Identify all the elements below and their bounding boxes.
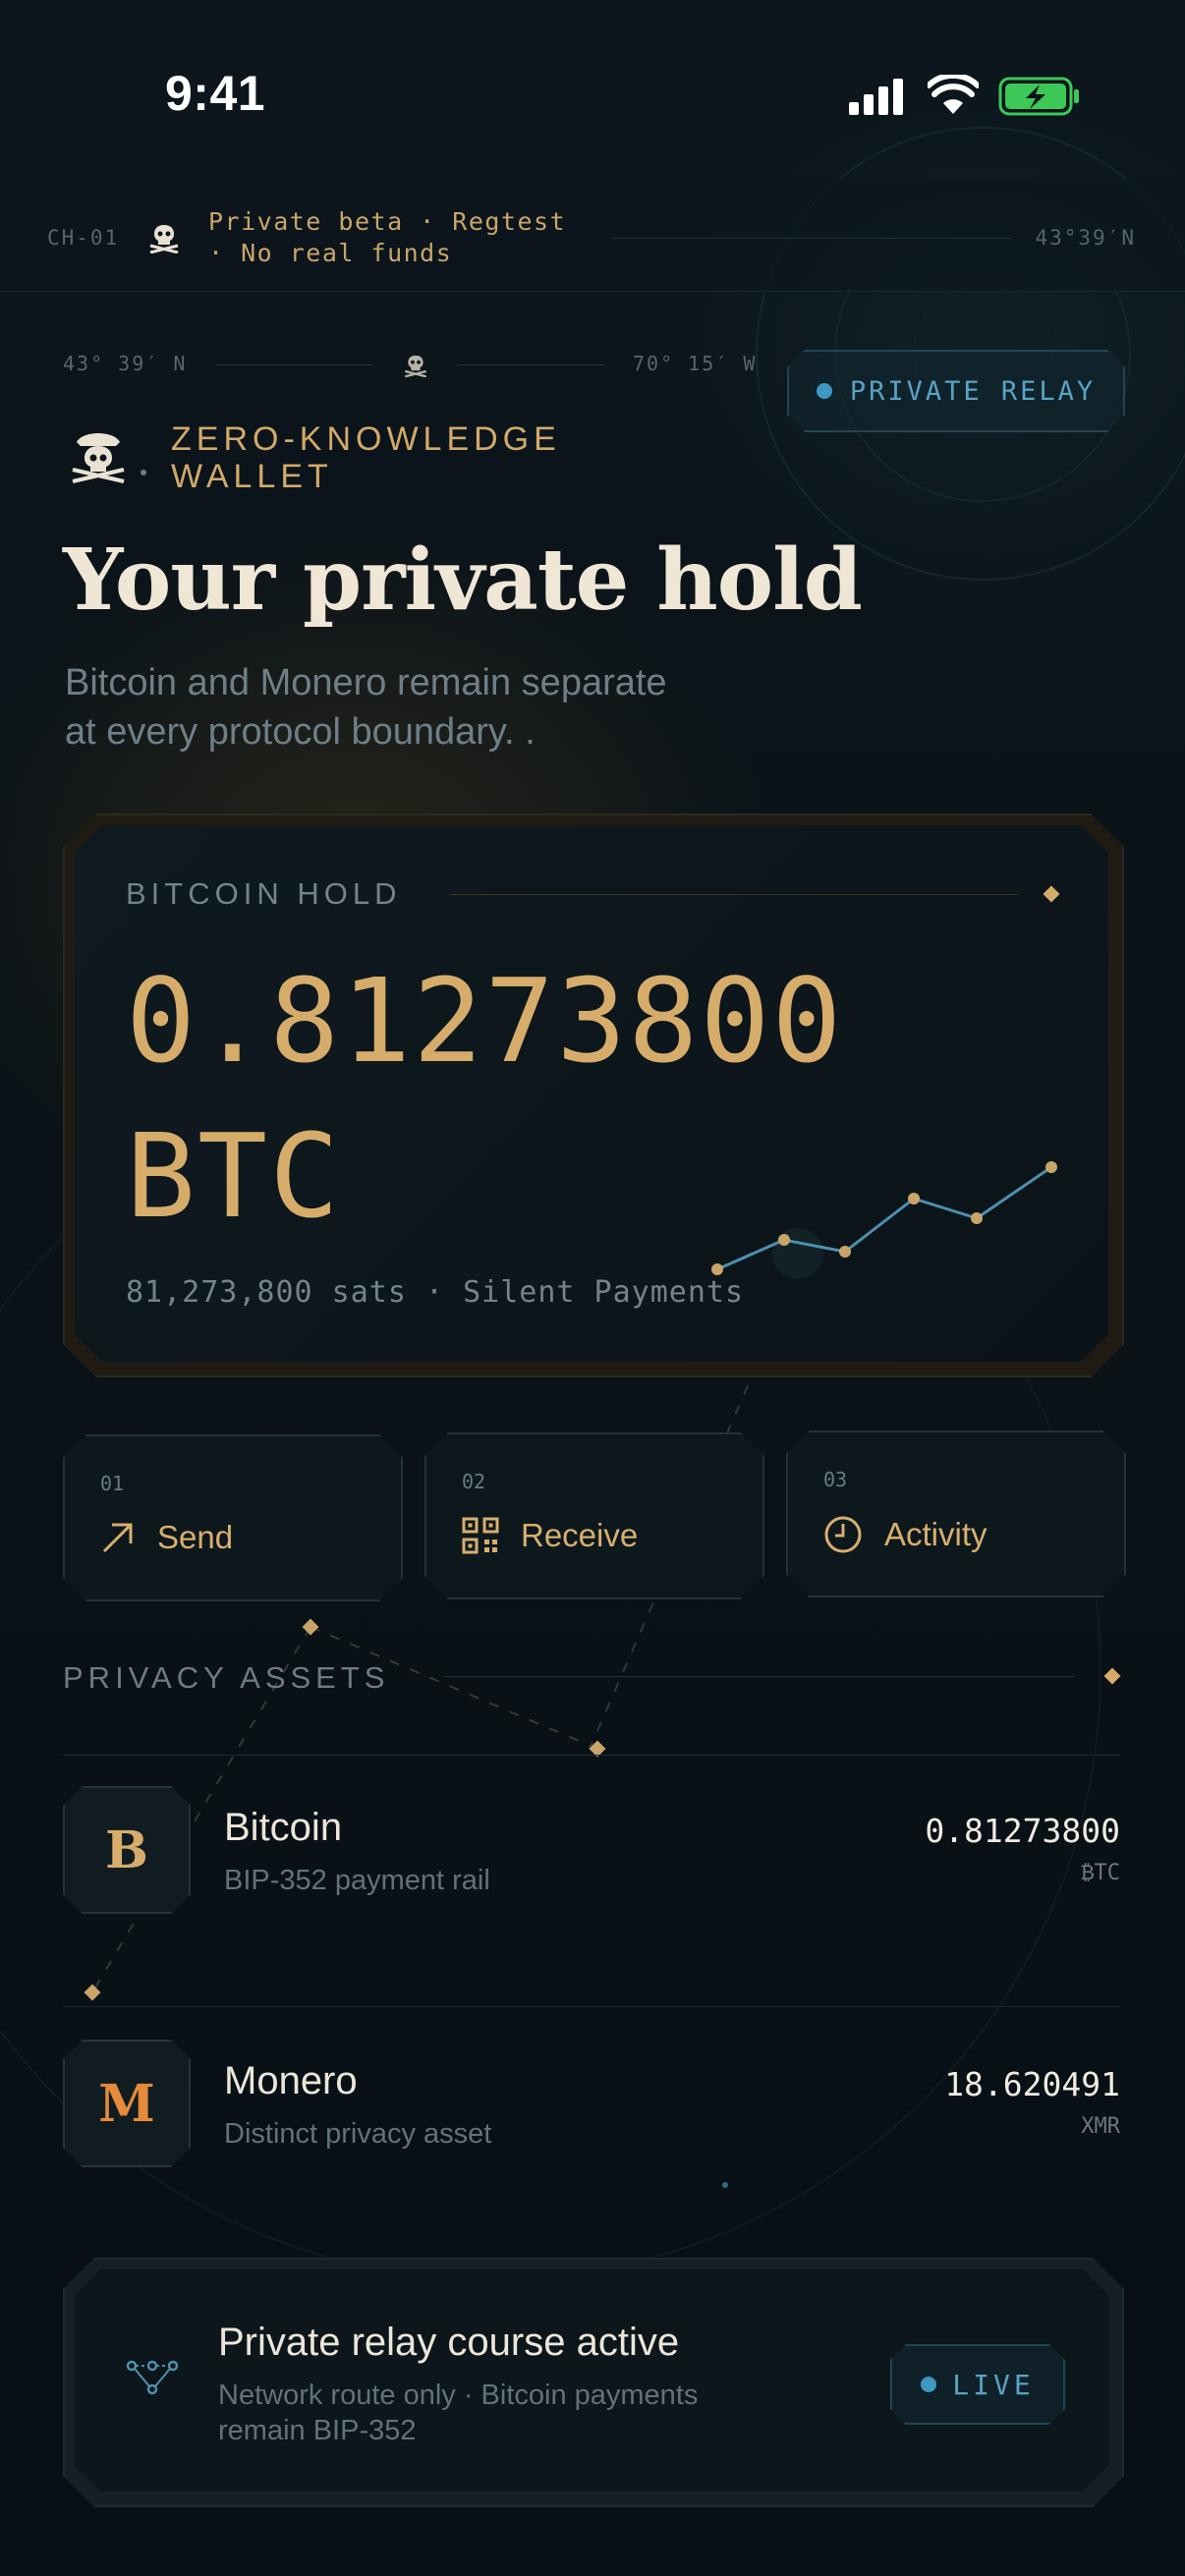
asset-amount-bitcoin: 0.81273800 (925, 1812, 1120, 1850)
activity-button[interactable]: 03 Activity (786, 1430, 1126, 1597)
beta-notice-line1: Private beta · Regtest (208, 207, 567, 236)
beta-notice-line2: · No real funds (208, 239, 453, 267)
relay-desc-line1: Network route only · Bitcoin payments (218, 2380, 699, 2411)
longitude-label: 70° 15′ W (633, 352, 758, 375)
subtitle-line1: Bitcoin and Monero remain separate (65, 662, 667, 703)
brand-separator-dot (141, 470, 146, 476)
status-time: 9:41 (165, 66, 266, 121)
relay-card-title: Private relay course active (218, 2321, 680, 2364)
assets-heading-divider (444, 1676, 1075, 1677)
privacy-assets-heading: PRIVACY ASSETS (63, 1660, 390, 1695)
asset-name-bitcoin: Bitcoin (224, 1806, 343, 1849)
latitude-label: 43° 39′ N (63, 352, 188, 375)
activity-label: Activity (884, 1516, 988, 1552)
beta-divider (611, 238, 1012, 239)
receive-button[interactable]: 02 Receive (424, 1432, 764, 1599)
receive-label: Receive (521, 1517, 639, 1553)
asset-unit-monero: XMR (1081, 2114, 1120, 2139)
sparkline-point (839, 1246, 851, 1258)
sparkline-point (1045, 1161, 1057, 1173)
wifi-icon (928, 75, 979, 114)
pirate-skull-icon (149, 225, 179, 253)
pirate-skull-small-icon (405, 355, 426, 377)
qr-code-icon (462, 1517, 499, 1554)
live-badge: LIVE (890, 2344, 1065, 2425)
asset-row-divider (63, 2006, 1120, 2007)
channel-label: CH-01 (47, 226, 120, 250)
brand-label: ZERO-KNOWLEDGE WALLET (171, 420, 561, 495)
brand-line2: WALLET (171, 458, 333, 495)
send-number: 01 (100, 1472, 125, 1495)
monero-icon: M (63, 2040, 191, 2167)
relay-desc-line2: remain BIP-352 (218, 2415, 417, 2446)
signal-icon (849, 79, 903, 115)
asset-name-monero: Monero (224, 2059, 358, 2102)
brand-line1: ZERO-KNOWLEDGE (171, 420, 561, 458)
relay-status-dot (817, 383, 832, 399)
send-label: Send (157, 1519, 234, 1555)
pirate-logo-icon (72, 433, 125, 483)
assets-top-divider (63, 1755, 1120, 1756)
sparkline-point (971, 1212, 983, 1224)
beta-coordinate: 43°39′N (1035, 226, 1136, 250)
clock-icon (823, 1515, 863, 1554)
coord-divider-right (458, 364, 605, 365)
sparkline-point (711, 1263, 723, 1275)
asset-row-monero[interactable]: M Monero Distinct privacy asset 18.62049… (63, 2040, 1120, 2167)
network-route-icon (126, 2360, 179, 2395)
asset-unit-bitcoin: ₿TC (1081, 1861, 1120, 1885)
asset-desc-monero: Distinct privacy asset (224, 2118, 492, 2150)
battery-charging-icon (998, 77, 1079, 116)
asset-desc-bitcoin: BIP-352 payment rail (224, 1865, 490, 1896)
subtitle-line2: at every protocol boundary. . (65, 711, 536, 753)
live-status-dot (921, 2377, 936, 2392)
beta-notice-text: Private beta · Regtest · No real funds (208, 206, 566, 269)
private-relay-label: PRIVATE RELAY (849, 375, 1097, 407)
bitcoin-icon: B (63, 1786, 191, 1914)
page-subtitle: Bitcoin and Monero remain separate at ev… (65, 658, 851, 756)
bitcoin-hold-label: BITCOIN HOLD (126, 876, 402, 911)
receive-number: 02 (462, 1470, 486, 1493)
send-arrow-icon (100, 1520, 136, 1555)
page-title: Your private hold (63, 531, 863, 630)
sats-line: 81,273,800 sats · Silent Payments (126, 1275, 745, 1310)
balance-sparkline (711, 1161, 1057, 1279)
asset-amount-monero: 18.620491 (944, 2065, 1120, 2103)
bitcoin-balance-amount: 0.81273800 (126, 953, 844, 1089)
coord-divider-left (216, 364, 373, 365)
activity-number: 03 (823, 1468, 848, 1491)
private-relay-badge[interactable]: PRIVATE RELAY (787, 350, 1125, 432)
live-label: LIVE (952, 2368, 1035, 2401)
send-button[interactable]: 01 Send (63, 1434, 403, 1601)
relay-card-desc: Network route only · Bitcoin payments re… (218, 2378, 768, 2448)
asset-row-bitcoin[interactable]: B Bitcoin BIP-352 payment rail 0.8127380… (63, 1786, 1120, 1914)
card-label-divider (450, 894, 1018, 895)
sparkline-point (778, 1234, 790, 1246)
sparkline-point (908, 1193, 920, 1204)
